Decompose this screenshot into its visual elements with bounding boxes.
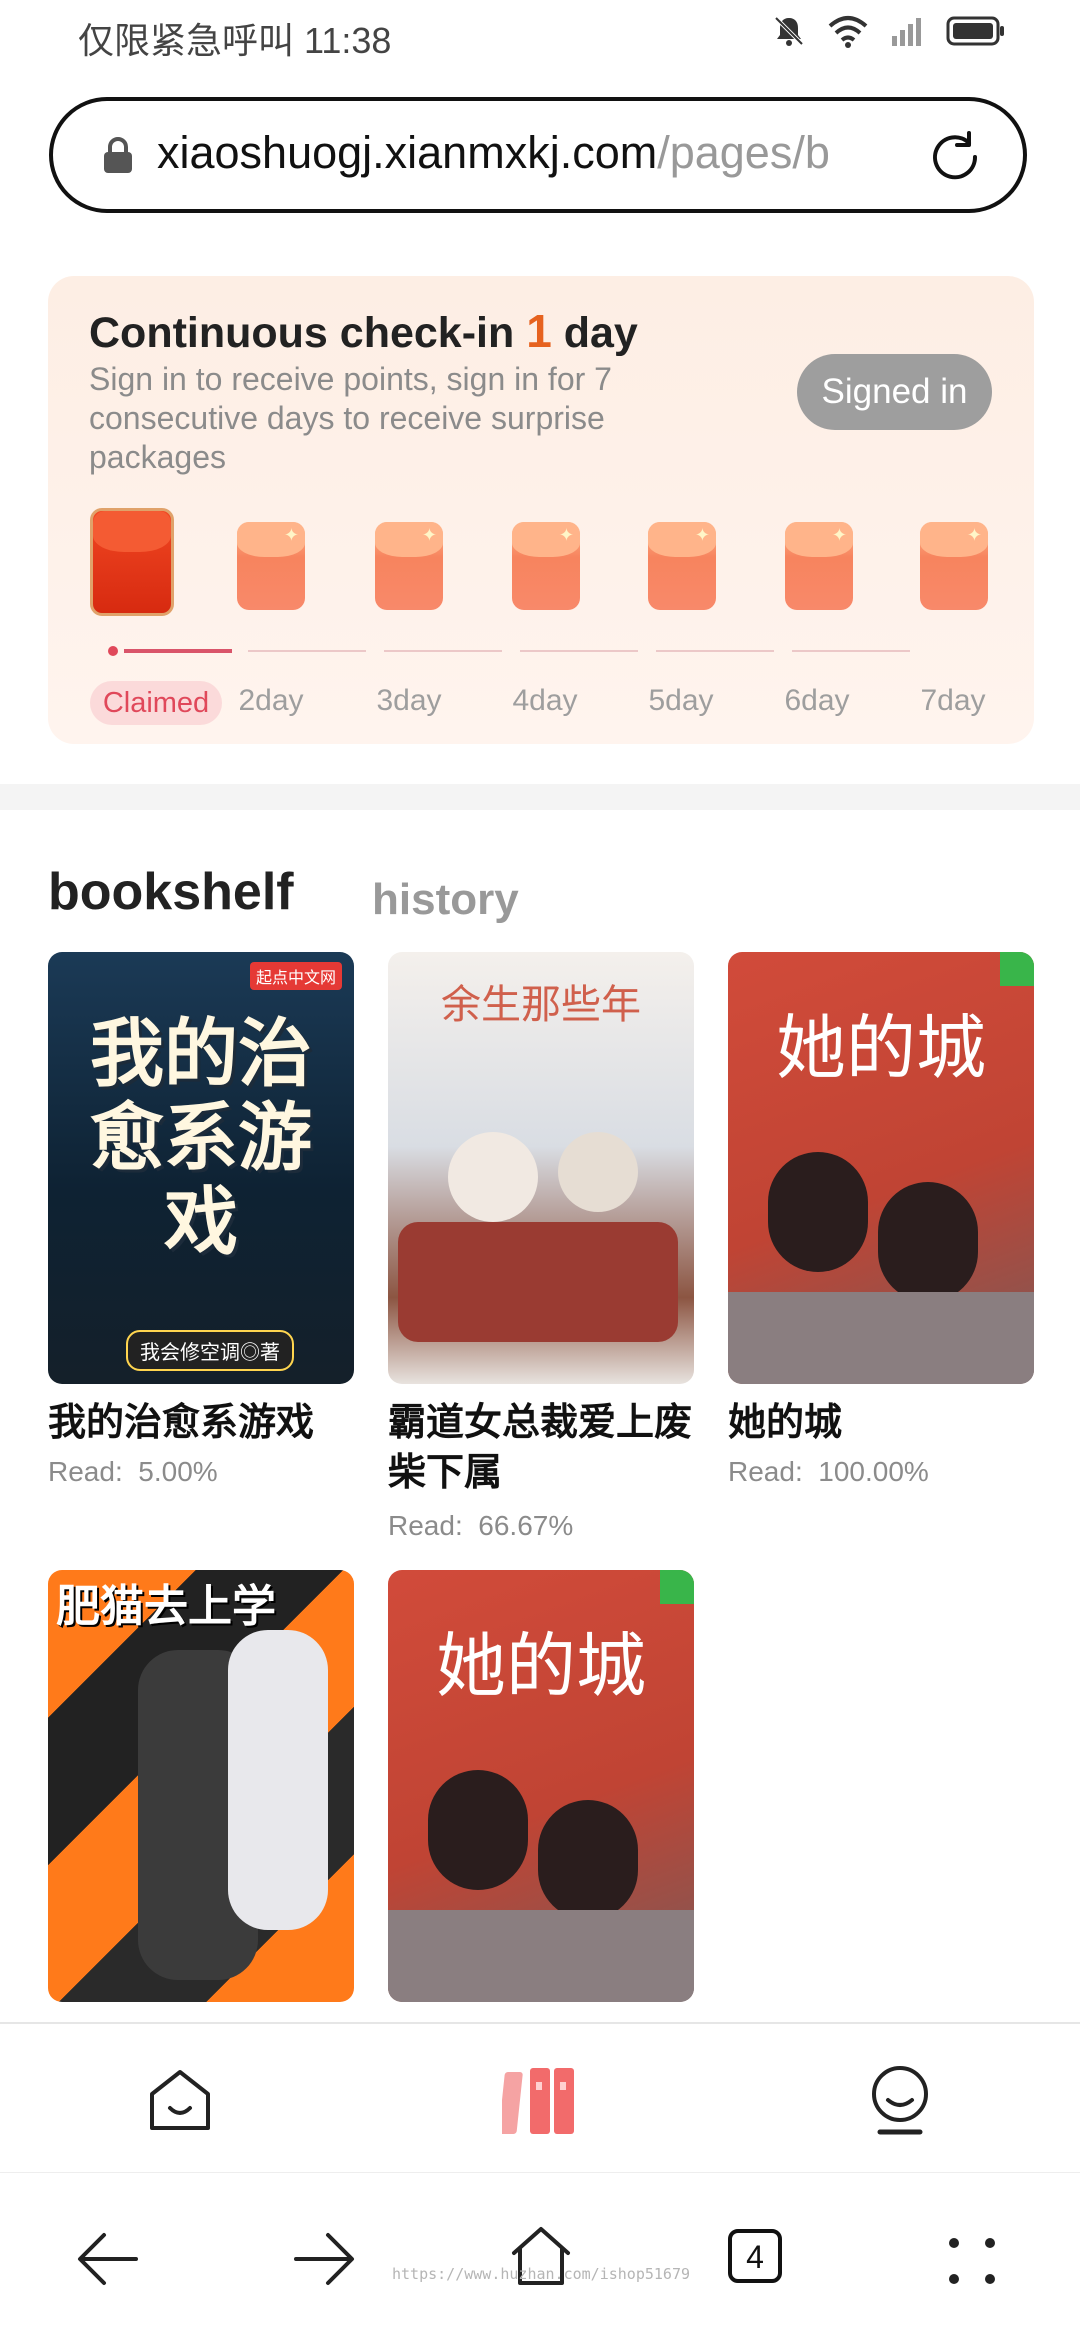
cover-figure bbox=[448, 1132, 538, 1222]
day-label-5: 5day bbox=[648, 684, 714, 717]
claimed-badge: Claimed bbox=[90, 681, 222, 725]
app-bottom-nav bbox=[0, 2022, 1080, 2172]
red-envelope-day3-icon: ✦ bbox=[375, 522, 443, 610]
cover-figure bbox=[428, 1770, 528, 1890]
url-path: /pages/b bbox=[657, 127, 830, 178]
emergency-text: 仅限紧急呼叫 bbox=[78, 20, 295, 61]
section-divider bbox=[0, 784, 1080, 810]
red-envelope-day1-icon bbox=[90, 508, 174, 616]
exclusive-badge-icon bbox=[1000, 952, 1034, 986]
cover-title: 她的城 bbox=[436, 1627, 646, 1705]
bookshelf-icon[interactable] bbox=[502, 2062, 578, 2138]
red-envelope-day7-icon: ✦ bbox=[920, 522, 988, 610]
cover-figure bbox=[538, 1800, 638, 1920]
bell-muted-icon bbox=[774, 16, 804, 46]
more-dots-icon[interactable] bbox=[944, 2233, 1000, 2289]
book-title[interactable]: 她的城 bbox=[728, 1398, 1038, 1448]
battery-icon bbox=[946, 16, 1004, 46]
read-value: 66.67% bbox=[478, 1510, 574, 1541]
url-text[interactable]: xiaoshuogj.xianmxkj.com/pages/b bbox=[157, 127, 947, 179]
cover-title: 余生那些年 bbox=[441, 983, 641, 1027]
url-host: xiaoshuogj.xianmxkj.com bbox=[157, 127, 658, 178]
day-label-7: 7day bbox=[920, 684, 986, 717]
book-cover[interactable]: 起点中文网 我的治愈系游戏 我会修空调◎著 bbox=[48, 952, 354, 1384]
progress-segment bbox=[656, 650, 774, 652]
profile-icon[interactable] bbox=[864, 2062, 936, 2138]
cover-title: 她的城 bbox=[776, 1009, 986, 1087]
status-left: 仅限紧急呼叫 11:38 bbox=[78, 12, 391, 64]
read-progress: Read: 66.67% bbox=[388, 1510, 573, 1542]
lock-icon bbox=[104, 137, 132, 173]
home-icon[interactable] bbox=[144, 2064, 216, 2136]
signed-in-button[interactable]: Signed in bbox=[797, 354, 992, 430]
book-title[interactable]: 霸道女总裁爱上废柴下属 bbox=[388, 1398, 698, 1498]
checkin-days-count: 1 bbox=[526, 305, 552, 357]
cover-figure bbox=[398, 1222, 678, 1342]
reload-icon[interactable] bbox=[923, 125, 987, 189]
book-title[interactable]: 我的治愈系游戏 bbox=[48, 1398, 358, 1448]
watermark-text: https://www.huzhan.com/ishop51679 bbox=[392, 2265, 691, 2283]
status-time: 11:38 bbox=[304, 20, 392, 61]
read-label: Read: bbox=[48, 1456, 123, 1487]
cover-title: 肥猫去上学 bbox=[56, 1582, 276, 1631]
read-progress: Read: 100.00% bbox=[728, 1456, 929, 1488]
cover-figure bbox=[878, 1182, 978, 1302]
tab-count-button[interactable]: 4 bbox=[728, 2229, 782, 2283]
cover-brand: 起点中文网 bbox=[249, 962, 342, 990]
tab-history[interactable]: history bbox=[372, 875, 519, 925]
day-label-6: 6day bbox=[784, 684, 850, 717]
browser-nav: https://www.huzhan.com/ishop51679 4 bbox=[0, 2172, 1080, 2341]
checkin-card: Continuous check-in 1 day Sign in to rec… bbox=[48, 276, 1034, 744]
red-envelope-day4-icon: ✦ bbox=[512, 522, 580, 610]
signal-icon bbox=[892, 18, 921, 46]
read-progress: Read: 5.00% bbox=[48, 1456, 218, 1488]
exclusive-badge-icon bbox=[660, 1570, 694, 1604]
cover-title: 我的治愈系游戏 bbox=[90, 1012, 312, 1263]
back-arrow-icon[interactable] bbox=[76, 2229, 140, 2289]
read-label: Read: bbox=[388, 1510, 463, 1541]
red-envelope-day2-icon: ✦ bbox=[237, 522, 305, 610]
checkin-description: Sign in to receive points, sign in for 7… bbox=[89, 361, 612, 475]
status-bar: 仅限紧急呼叫 11:38 bbox=[0, 0, 1080, 78]
progress-segment bbox=[520, 650, 638, 652]
book-cover[interactable]: 肥猫去上学 bbox=[48, 1570, 354, 2002]
status-icons bbox=[772, 14, 1006, 48]
progress-segment bbox=[384, 650, 502, 652]
address-bar[interactable]: xiaoshuogj.xianmxkj.com/pages/b bbox=[49, 97, 1027, 213]
read-value: 5.00% bbox=[138, 1456, 218, 1487]
forward-arrow-icon[interactable] bbox=[292, 2229, 356, 2289]
read-label: Read: bbox=[728, 1456, 803, 1487]
day-label-3: 3day bbox=[376, 684, 442, 717]
tab-bookshelf[interactable]: bookshelf bbox=[48, 862, 294, 922]
cover-figure bbox=[768, 1152, 868, 1272]
day-label-2: 2day bbox=[238, 684, 304, 717]
cover-figure bbox=[558, 1132, 638, 1212]
progress-segment bbox=[792, 650, 910, 652]
red-envelope-day5-icon: ✦ bbox=[648, 522, 716, 610]
day-label-4: 4day bbox=[512, 684, 578, 717]
checkin-title: Continuous check-in 1 day bbox=[89, 304, 638, 358]
book-cover[interactable]: 余生那些年 bbox=[388, 952, 694, 1384]
book-cover[interactable]: 她的城 bbox=[388, 1570, 694, 2002]
wifi-icon bbox=[828, 16, 868, 48]
progress-dot bbox=[108, 646, 118, 656]
checkin-title-prefix: Continuous check-in bbox=[89, 309, 527, 357]
checkin-title-suffix: day bbox=[551, 309, 638, 357]
cover-figure bbox=[388, 1910, 694, 2002]
cover-figure bbox=[728, 1292, 1034, 1384]
red-envelope-day6-icon: ✦ bbox=[785, 522, 853, 610]
cover-author: 我会修空调◎著 bbox=[126, 1330, 294, 1371]
cover-figure bbox=[228, 1630, 328, 1930]
progress-segment-active bbox=[124, 649, 232, 653]
progress-segment bbox=[248, 650, 366, 652]
read-value: 100.00% bbox=[818, 1456, 929, 1487]
book-cover[interactable]: 她的城 bbox=[728, 952, 1034, 1384]
